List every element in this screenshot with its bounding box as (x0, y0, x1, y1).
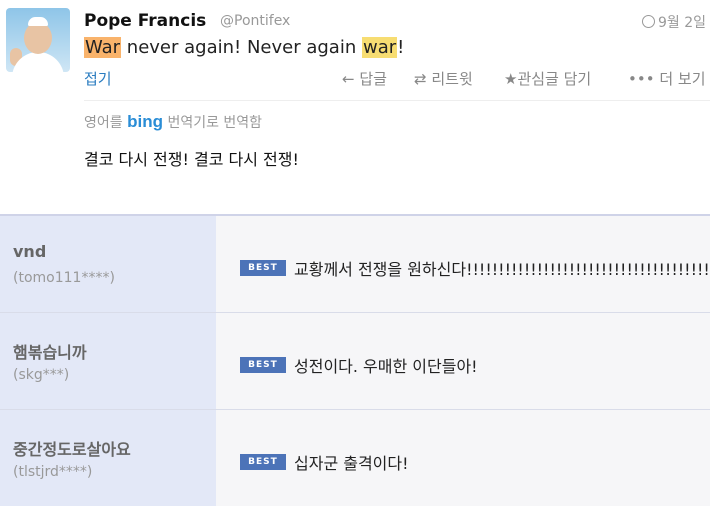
retweet-label: 리트윗 (431, 70, 473, 88)
comment-body: BEST 교황께서 전쟁을 원하신다!!!!!!!!!!!!!!!!!!!!!!… (216, 216, 710, 312)
more-button[interactable]: ••• 더 보기 (628, 68, 706, 89)
highlight-word: War (84, 37, 122, 58)
avatar[interactable] (6, 8, 70, 72)
retweet-icon: ⇄ (414, 70, 427, 88)
comment-userid: (tomo111****) (13, 270, 115, 286)
avatar-head (24, 22, 52, 54)
comment-text: 교황께서 전쟁을 원하신다!!!!!!!!!!!!!!!!!!!!!!!!!!!… (294, 260, 710, 279)
avatar-cap (28, 17, 48, 26)
bing-logo[interactable]: bing (127, 112, 163, 131)
comment-username[interactable]: 햄볶습니까 (13, 339, 87, 363)
reply-button[interactable]: ← 답글 (342, 68, 387, 89)
favorite-label: 관심글 담기 (517, 70, 592, 88)
tweet-text-end: ! (397, 37, 405, 58)
translate-prefix: 영어를 (84, 115, 123, 131)
comment-username[interactable]: 중간정도로살아요 (13, 436, 131, 460)
comment-body: BEST 성전이다. 우매한 이단들아! (216, 313, 710, 409)
tweet-text-middle: never again! Never again (121, 37, 362, 58)
favorite-button[interactable]: ★관심글 담기 (504, 68, 591, 89)
comment-row: 햄볶습니까 (skg***) BEST 성전이다. 우매한 이단들아! (0, 313, 710, 410)
comment-user: 중간정도로살아요 (tlstjrd****) (0, 410, 216, 506)
comment-text: 성전이다. 우매한 이단들아! (294, 357, 478, 376)
globe-icon (641, 15, 655, 28)
comment-username[interactable]: vnd (13, 242, 46, 261)
reply-label: 답글 (359, 70, 387, 88)
comment-list: vnd (tomo111****) BEST 교황께서 전쟁을 원하신다!!!!… (0, 214, 710, 508)
translation-attribution: 영어를 bing 번역기로 번역함 (84, 112, 262, 132)
divider (84, 100, 710, 101)
best-badge: BEST (240, 260, 286, 276)
reply-icon: ← (342, 70, 355, 88)
star-icon: ★ (504, 70, 518, 88)
best-badge: BEST (240, 454, 286, 470)
comment-userid: (tlstjrd****) (13, 464, 93, 480)
comment-user: vnd (tomo111****) (0, 216, 216, 312)
comment-row: 중간정도로살아요 (tlstjrd****) BEST 십자군 출격이다! (0, 410, 710, 506)
tweet-date[interactable]: 9월 2일 (641, 12, 706, 32)
more-label: 더 보기 (659, 70, 706, 88)
ellipsis-icon: ••• (628, 70, 655, 88)
translate-suffix: 번역기로 번역함 (167, 115, 263, 131)
comment-row: vnd (tomo111****) BEST 교황께서 전쟁을 원하신다!!!!… (0, 216, 710, 313)
tweet-text: War never again! Never again war! (84, 37, 404, 58)
author-handle[interactable]: @Pontifex (220, 13, 290, 29)
collapse-link[interactable]: 접기 (84, 68, 112, 89)
comment-user: 햄볶습니까 (skg***) (0, 313, 216, 409)
date-label: 9월 2일 (657, 15, 706, 31)
comment-userid: (skg***) (13, 367, 70, 383)
comment-body: BEST 십자군 출격이다! (216, 410, 710, 506)
translated-text: 결코 다시 전쟁! 결코 다시 전쟁! (84, 150, 299, 169)
tweet-card: Pope Francis @Pontifex 9월 2일 War never a… (0, 0, 710, 200)
highlight-word: war (361, 37, 398, 58)
best-badge: BEST (240, 357, 286, 373)
comment-text: 십자군 출격이다! (294, 454, 409, 473)
author-name[interactable]: Pope Francis (84, 11, 206, 31)
retweet-button[interactable]: ⇄ 리트윗 (414, 68, 473, 89)
